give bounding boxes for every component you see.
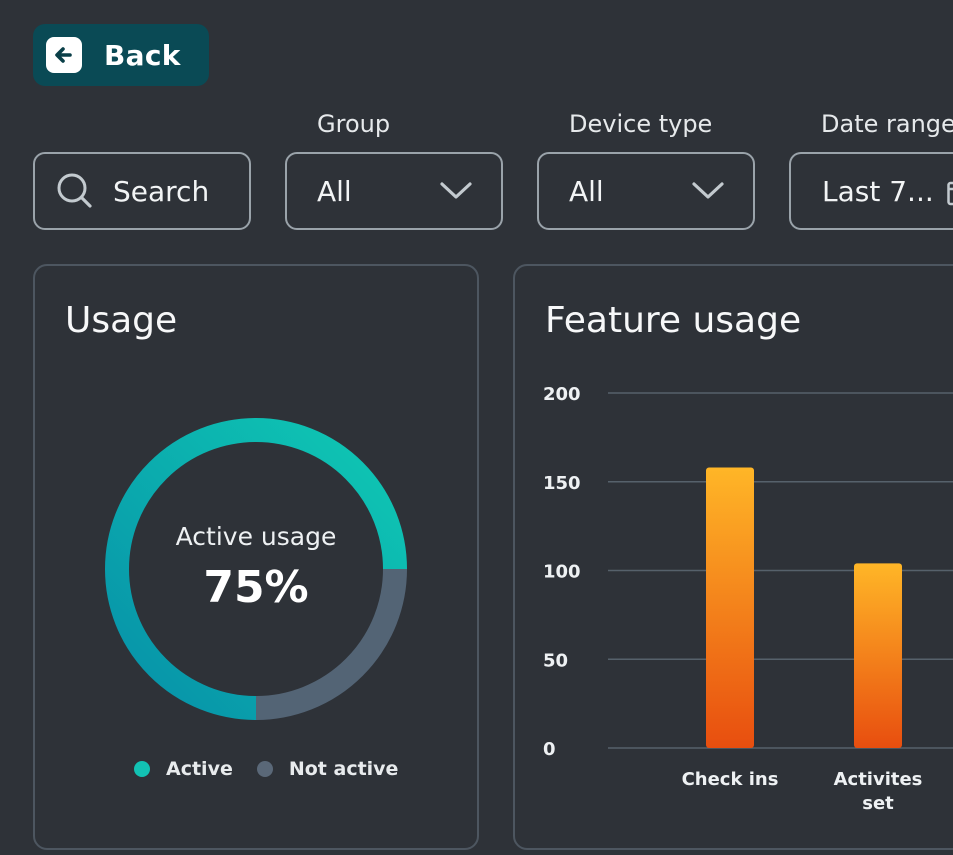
date-range-select[interactable]: Last 7... — [789, 152, 953, 230]
bar-check-ins[interactable] — [706, 467, 754, 748]
back-button[interactable]: Back — [33, 24, 209, 86]
donut-center-label: Active usage — [175, 522, 337, 551]
search-input[interactable]: Search — [33, 152, 251, 230]
y-tick-label: 50 — [543, 650, 568, 671]
x-category-label: Activites — [834, 769, 923, 790]
x-category-label: Check ins — [682, 769, 779, 790]
search-placeholder: Search — [113, 174, 210, 208]
x-category-label: set — [862, 793, 894, 810]
date-range-filter-label: Date range — [821, 110, 953, 138]
donut-center-value: 75% — [203, 562, 309, 613]
search-icon — [55, 171, 95, 211]
feature-usage-bar-chart: 0 50 100 150 200 Check ins Activites set — [543, 384, 953, 810]
page: Back Group Device type Date range Search… — [0, 0, 953, 855]
back-label: Back — [104, 38, 181, 72]
usage-legend: Active Not active — [134, 758, 398, 780]
y-tick-label: 0 — [543, 739, 556, 760]
y-tick-label: 100 — [543, 562, 581, 583]
legend-dot-not-active — [256, 761, 273, 777]
legend-label-active: Active — [166, 758, 233, 780]
arrow-left-icon — [46, 37, 82, 73]
chevron-down-icon — [691, 180, 725, 206]
usage-card-title: Usage — [65, 300, 178, 341]
chevron-down-icon — [439, 180, 473, 206]
legend-dot-active — [134, 761, 150, 777]
legend-item-active: Active — [134, 758, 233, 780]
feature-usage-card-title: Feature usage — [545, 300, 802, 341]
calendar-icon — [947, 180, 953, 206]
y-tick-label: 150 — [543, 473, 581, 494]
date-range-select-value: Last 7... — [822, 174, 934, 208]
group-select-value: All — [317, 174, 352, 208]
y-tick-label: 200 — [543, 384, 581, 405]
device-type-select[interactable]: All — [537, 152, 755, 230]
legend-label-not-active: Not active — [288, 758, 399, 780]
group-select[interactable]: All — [285, 152, 503, 230]
device-type-select-value: All — [569, 174, 604, 208]
device-type-filter-label: Device type — [569, 110, 713, 138]
legend-item-not-active: Not active — [256, 758, 399, 780]
group-filter-label: Group — [317, 110, 391, 138]
bar-activites-set[interactable] — [854, 563, 902, 748]
